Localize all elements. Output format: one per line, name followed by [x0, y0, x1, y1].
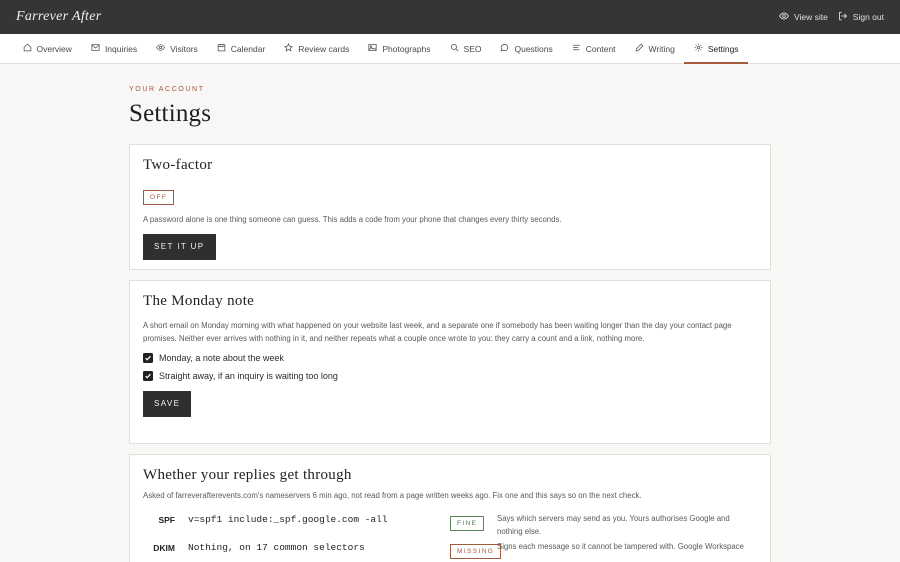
nav-item-settings[interactable]: Settings [684, 34, 748, 64]
view-site-label: View site [793, 12, 828, 22]
sign-out-icon [838, 11, 848, 23]
save-button[interactable]: Save [143, 391, 192, 417]
dns-record-note: Signs each message so it cannot be tampe… [497, 542, 744, 551]
nav-item-label: Questions [514, 43, 553, 54]
gear-icon [694, 43, 703, 54]
monday-note-card: The Monday note A short email on Monday … [129, 280, 771, 444]
dns-record-value: Nothing, on 17 common selectors [188, 542, 365, 553]
nav-item-content[interactable]: Content [562, 34, 625, 63]
card-description: Asked of farreverafterevents.com's names… [143, 491, 642, 500]
waiting-alert-label: Straight away, if an inquiry is waiting … [159, 371, 338, 381]
main-nav: Overview Inquiries Visitors Calendar Rev… [0, 34, 900, 64]
nav-item-photographs[interactable]: Photographs [359, 34, 440, 63]
status-badge: OFF [143, 190, 175, 205]
nav-item-label: Content [585, 43, 616, 54]
nav-item-label: SEO [463, 43, 482, 54]
card-description: A short email on Monday morning with wha… [143, 321, 732, 343]
star-icon [284, 42, 294, 54]
nav-item-label: Photographs [382, 43, 431, 54]
waiting-alert-option[interactable]: Straight away, if an inquiry is waiting … [143, 371, 757, 381]
nav-item-label: Overview [36, 43, 72, 54]
nav-item-questions[interactable]: Questions [491, 34, 562, 63]
card-title: The Monday note [143, 293, 255, 309]
two-factor-card: Two-factor OFF A password alone is one t… [129, 144, 771, 270]
page-title: Settings [129, 100, 212, 127]
pencil-icon [635, 43, 644, 54]
weekly-note-label: Monday, a note about the week [159, 353, 284, 363]
nav-item-label: Visitors [170, 43, 198, 54]
settings-main: Your account Settings Two-factor OFF A p… [129, 86, 771, 562]
nav-item-overview[interactable]: Overview [13, 34, 81, 63]
weekly-note-option[interactable]: Monday, a note about the week [143, 353, 757, 363]
nav-item-visitors[interactable]: Visitors [147, 34, 208, 63]
dns-record-note: Says which servers may send as you. Your… [497, 514, 730, 536]
weekly-note-checkbox[interactable] [143, 353, 153, 363]
eye-icon [779, 11, 789, 23]
dns-record-label: SPF [158, 515, 175, 525]
sign-out-link[interactable]: Sign out [838, 11, 884, 23]
page-eyebrow: Your account [129, 86, 205, 93]
check-icon [145, 355, 151, 361]
top-bar: Farrever After View site Sign out [0, 0, 900, 34]
nav-item-inquiries[interactable]: Inquiries [81, 34, 146, 63]
dns-row-spf: SPF v=spf1 include:_spf.google.com -all … [143, 512, 757, 538]
search-icon [450, 43, 459, 54]
nav-item-label: Inquiries [104, 43, 138, 54]
eye-icon [156, 43, 165, 54]
set-it-up-button[interactable]: Set it up [143, 234, 216, 260]
dns-row-dkim: DKIM Nothing, on 17 common selectors MIS… [143, 540, 757, 559]
nav-item-review-cards[interactable]: Review cards [275, 34, 359, 63]
dns-record-label: DKIM [153, 543, 175, 553]
nav-item-writing[interactable]: Writing [625, 34, 684, 63]
card-title: Whether your replies get through [143, 467, 352, 483]
status-badge: FINE [450, 516, 485, 531]
lines-icon [572, 43, 581, 54]
image-icon [368, 43, 377, 54]
deliverability-card: Whether your replies get through Asked o… [129, 454, 771, 562]
card-description: A password alone is one thing someone ca… [143, 215, 562, 224]
nav-item-calendar[interactable]: Calendar [207, 34, 275, 63]
dns-record-value: v=spf1 include:_spf.google.com -all [188, 514, 388, 525]
check-icon [145, 373, 151, 379]
site-logo[interactable]: Farrever After [16, 9, 101, 25]
nav-item-label: Writing [648, 43, 675, 54]
calendar-icon [217, 43, 226, 54]
top-actions: View site Sign out [779, 11, 884, 23]
waiting-alert-checkbox[interactable] [143, 371, 153, 381]
chat-icon [500, 43, 509, 54]
card-title: Two-factor [143, 157, 213, 173]
view-site-link[interactable]: View site [779, 11, 828, 23]
home-icon [23, 43, 32, 54]
nav-item-label: Settings [707, 43, 739, 54]
nav-item-seo[interactable]: SEO [440, 34, 491, 63]
nav-item-label: Review cards [298, 43, 350, 54]
nav-item-label: Calendar [230, 43, 266, 54]
sign-out-label: Sign out [852, 12, 884, 22]
mail-icon [91, 43, 100, 54]
status-badge: MISSING [450, 544, 502, 559]
